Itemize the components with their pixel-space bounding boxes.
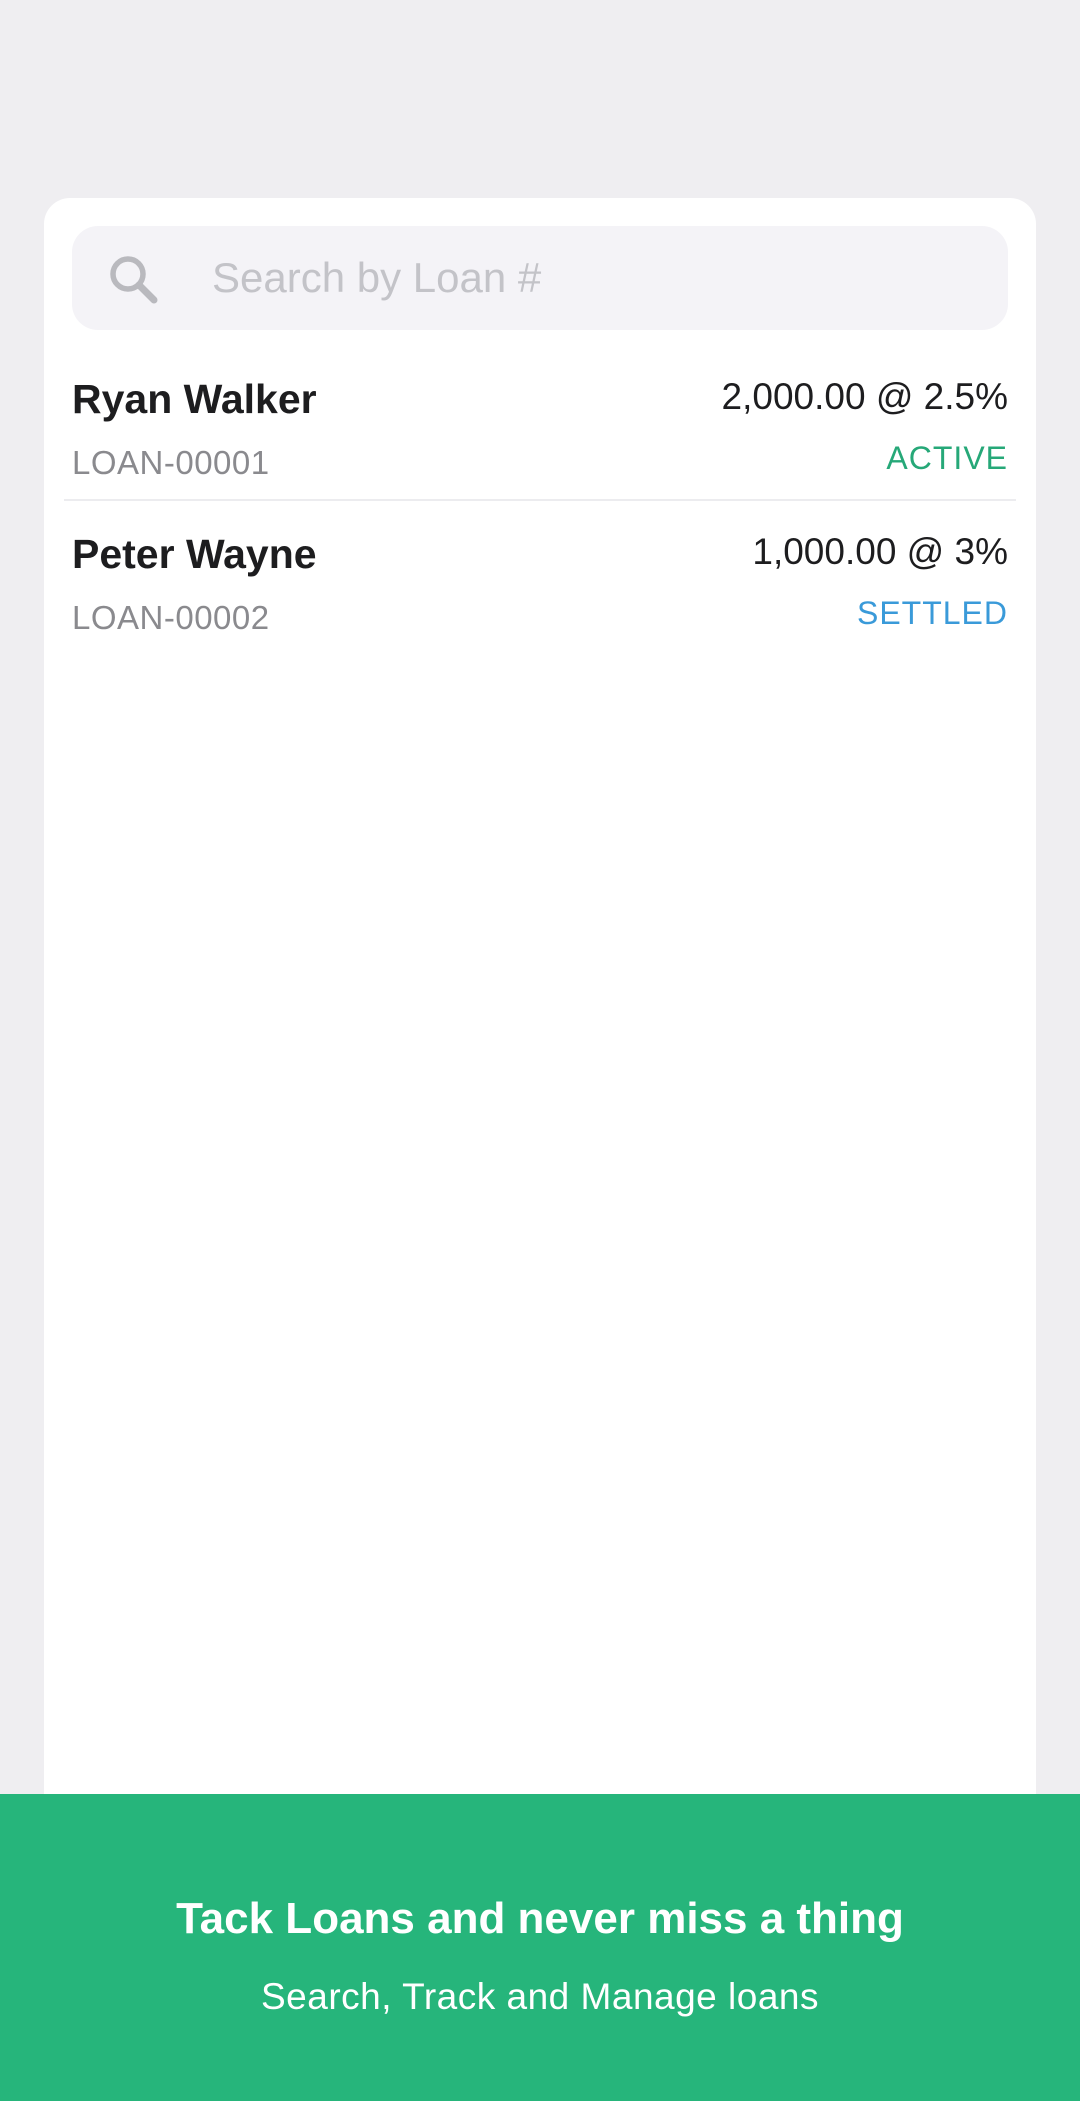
borrower-name: Ryan Walker	[72, 376, 317, 422]
search-icon	[106, 252, 160, 306]
loan-list: Ryan Walker LOAN-00001 2,000.00 @ 2.5% A…	[64, 346, 1016, 656]
status-badge: SETTLED	[856, 595, 1008, 631]
loan-list-card: Ryan Walker LOAN-00001 2,000.00 @ 2.5% A…	[44, 198, 1036, 1838]
loan-amount-rate: 1,000.00 @ 3%	[752, 531, 1008, 572]
search-input[interactable]	[212, 226, 972, 330]
list-item[interactable]: Peter Wayne LOAN-00002 1,000.00 @ 3% SET…	[64, 501, 1016, 656]
search-bar[interactable]	[72, 226, 1008, 330]
banner-title: Tack Loans and never miss a thing	[176, 1894, 904, 1943]
status-badge: ACTIVE	[886, 440, 1008, 476]
list-item[interactable]: Ryan Walker LOAN-00001 2,000.00 @ 2.5% A…	[64, 346, 1016, 501]
loan-number: LOAN-00001	[72, 444, 270, 481]
borrower-name: Peter Wayne	[72, 531, 317, 577]
promo-banner: Tack Loans and never miss a thing Search…	[0, 1794, 1080, 2101]
loan-number: LOAN-00002	[72, 599, 270, 636]
loan-amount-rate: 2,000.00 @ 2.5%	[721, 376, 1008, 417]
banner-subtitle: Search, Track and Manage loans	[261, 1976, 819, 2017]
app-screen: Ryan Walker LOAN-00001 2,000.00 @ 2.5% A…	[0, 0, 1080, 2101]
